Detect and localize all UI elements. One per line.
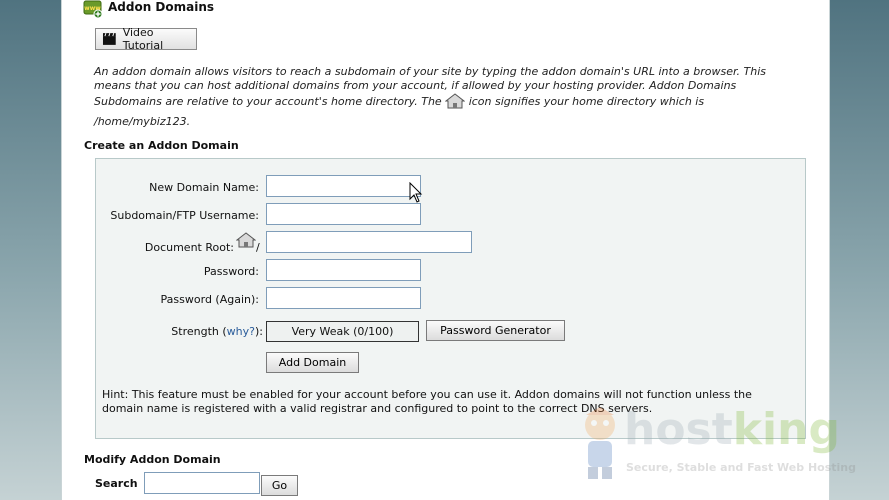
clapperboard-icon — [102, 32, 116, 45]
video-tutorial-label: Video Tutorial — [122, 26, 164, 52]
home-directory-path: /home/mybiz123. — [94, 115, 191, 128]
strength-label: Strength — [171, 325, 219, 338]
document-root-slash: / — [256, 241, 260, 254]
strength-close-paren: ): — [255, 325, 263, 338]
search-label: Search — [95, 477, 138, 490]
home-icon — [445, 93, 466, 109]
password-label: Password: — [203, 265, 259, 278]
document-root-label: Document Root: — [144, 241, 234, 254]
watermark-king: king — [732, 404, 840, 455]
create-addon-domain-heading: Create an Addon Domain — [84, 139, 239, 152]
video-tutorial-button[interactable]: Video Tutorial — [95, 26, 197, 52]
password-again-input[interactable] — [266, 287, 421, 309]
password-generator-button[interactable]: Password Generator — [426, 320, 565, 341]
addon-domains-icon: www — [83, 0, 103, 18]
create-addon-domain-form: New Domain Name: Subdomain/FTP Username:… — [95, 158, 806, 439]
watermark-host: host — [624, 404, 733, 455]
modify-addon-domain-heading: Modify Addon Domain — [84, 453, 221, 466]
new-domain-label: New Domain Name: — [149, 181, 259, 194]
intro-text-part2: icon signifies your home directory which… — [468, 95, 705, 108]
hostking-watermark: hostking Secure, Stable and Fast Web Hos… — [578, 405, 883, 483]
subdomain-input[interactable] — [266, 203, 421, 225]
subdomain-label: Subdomain/FTP Username: — [110, 209, 259, 222]
watermark-tagline: Secure, Stable and Fast Web Hosting — [626, 461, 857, 474]
go-button[interactable]: Go — [261, 475, 298, 496]
mouse-cursor-icon — [409, 182, 423, 203]
intro-text: An addon domain allows visitors to reach… — [94, 65, 799, 109]
strength-label-row: Strength (why?): — [163, 325, 263, 338]
strength-why-link[interactable]: why? — [227, 325, 255, 338]
document-root-input[interactable] — [266, 231, 472, 253]
add-domain-button[interactable]: Add Domain — [266, 352, 359, 373]
search-input[interactable] — [144, 472, 260, 494]
new-domain-input[interactable] — [266, 175, 421, 197]
password-again-label: Password (Again): — [160, 293, 259, 306]
password-input[interactable] — [266, 259, 421, 281]
page-title: Addon Domains — [108, 0, 215, 14]
home-icon — [236, 232, 256, 248]
mascot-icon — [585, 407, 615, 479]
strength-meter: Very Weak (0/100) — [266, 321, 419, 342]
